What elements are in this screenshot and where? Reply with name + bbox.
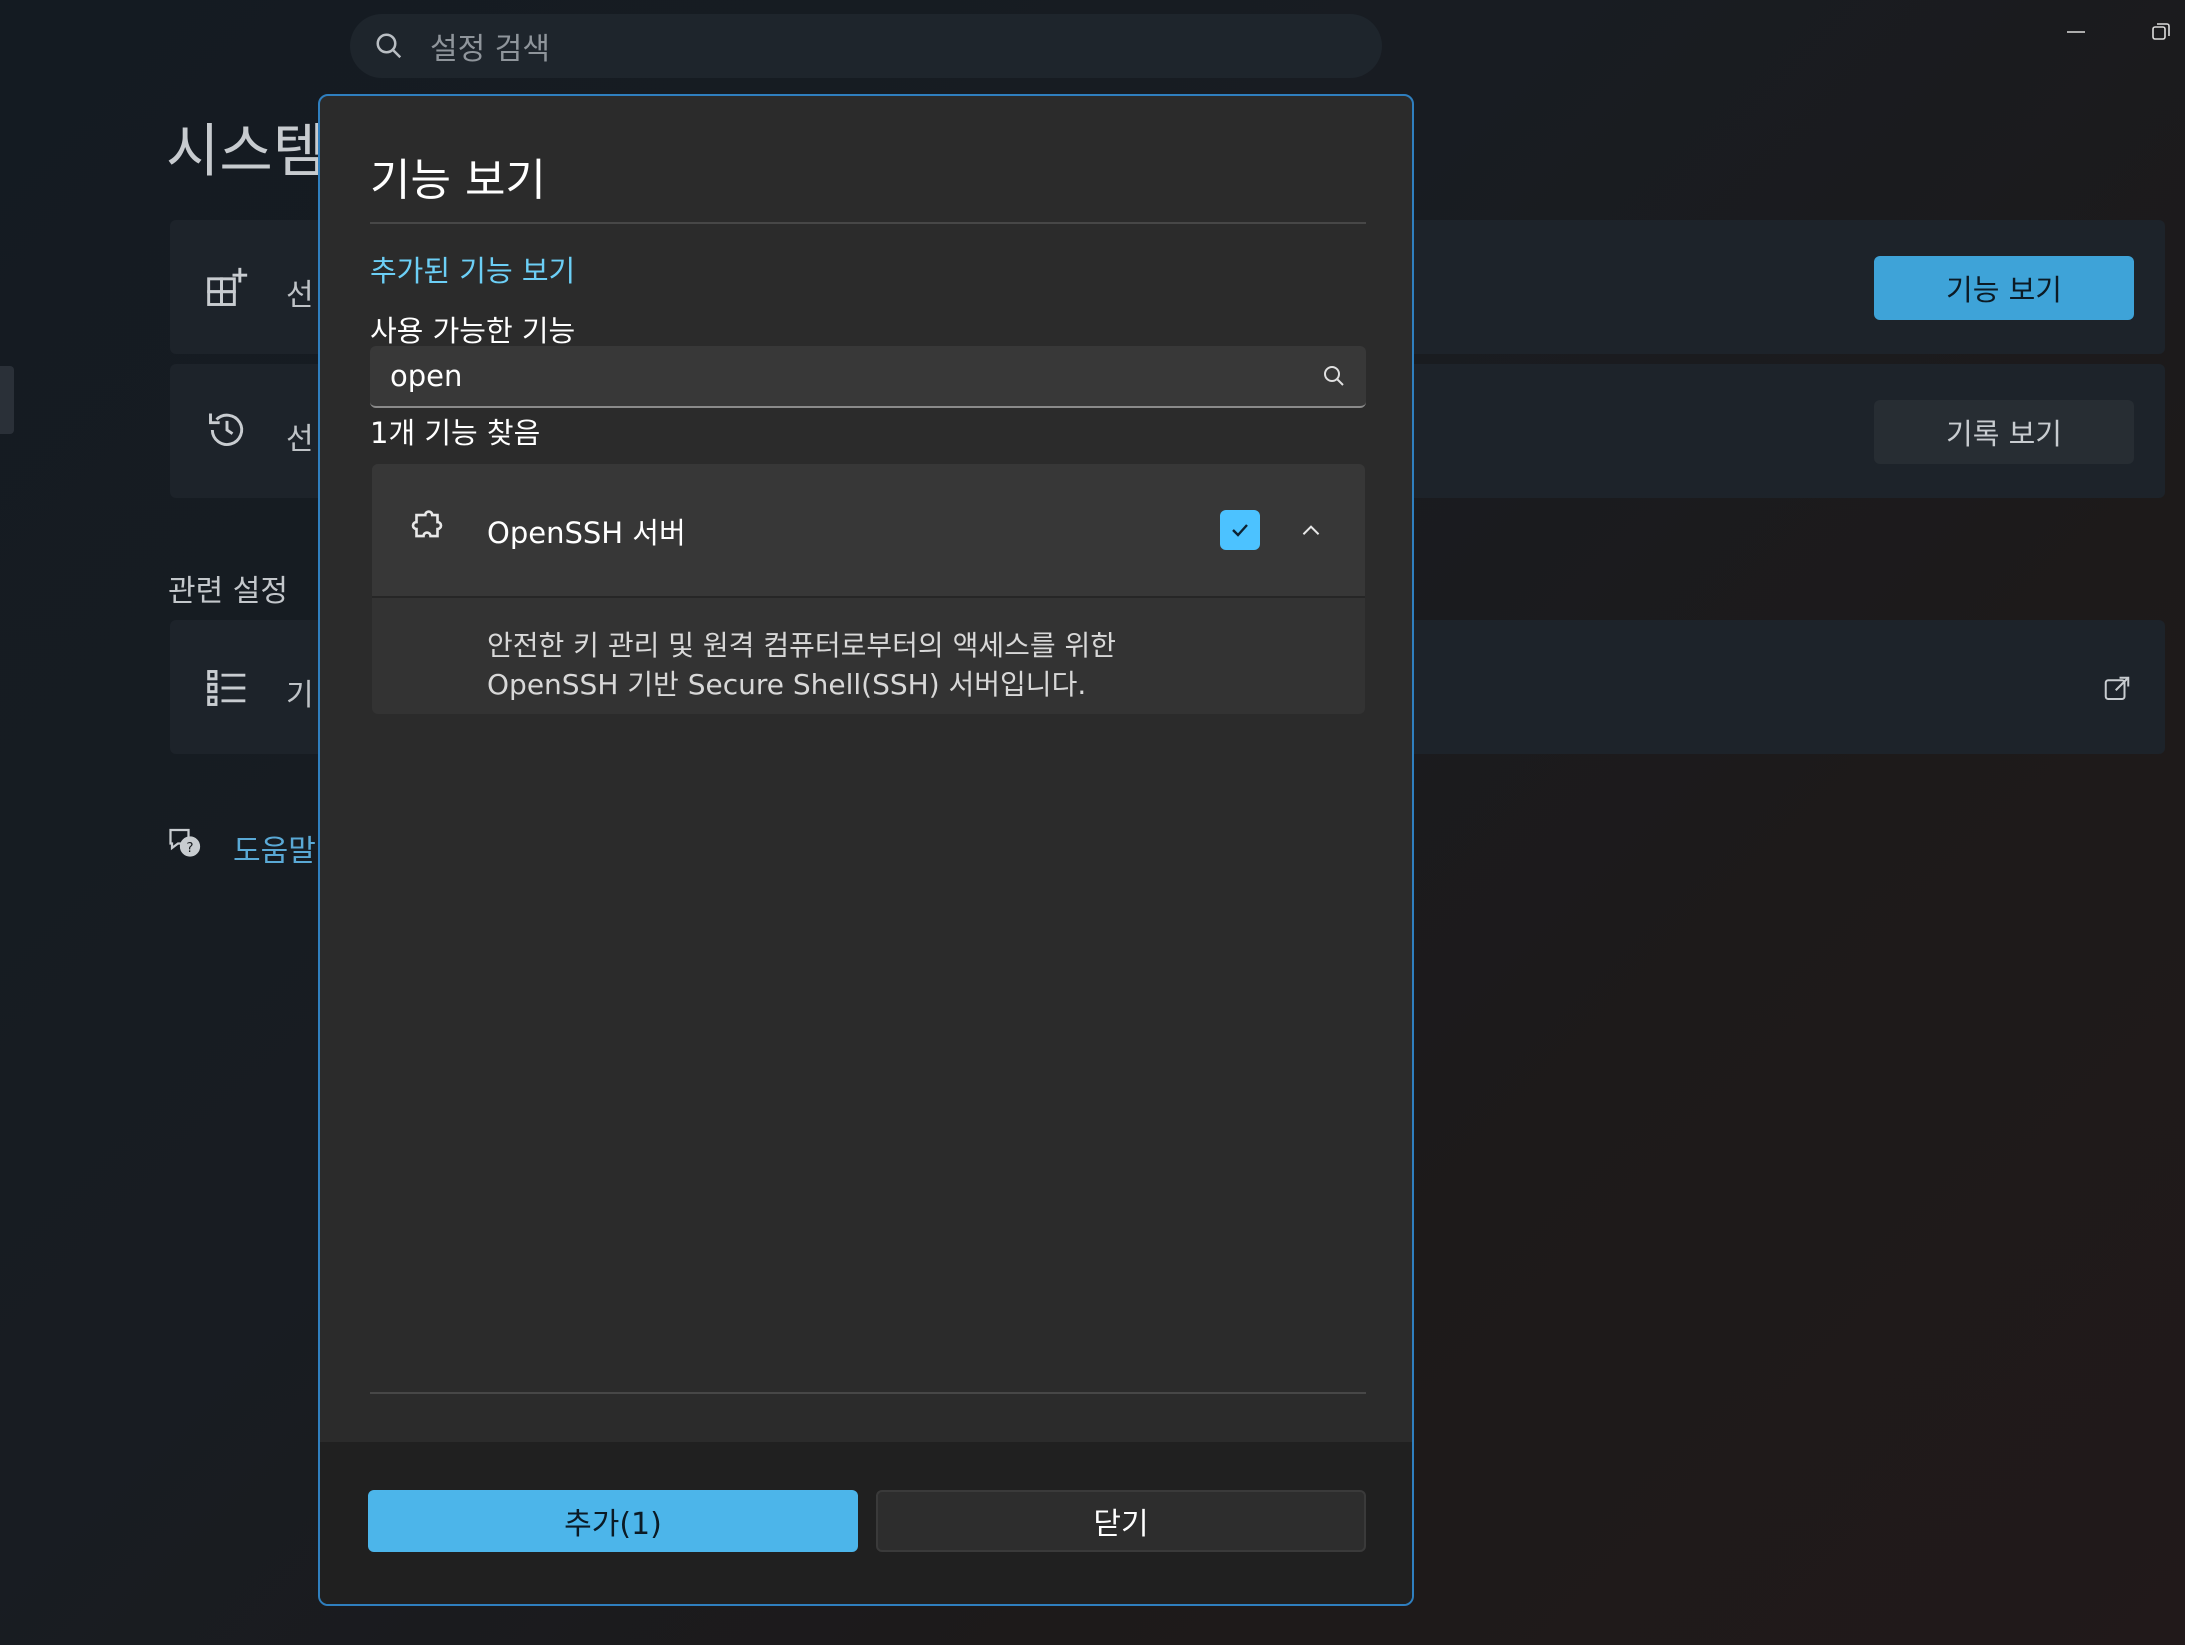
- checkmark-icon: [1232, 524, 1248, 537]
- puzzle-icon: [411, 510, 443, 538]
- view-features-dialog: 기능 보기 추가된 기능 보기 사용 가능한 기능 open 1개 기능 찾음 …: [318, 94, 1414, 1606]
- search-placeholder: 설정 검색: [430, 32, 550, 67]
- maximize-button[interactable]: [2136, 12, 2185, 52]
- title-divider: [370, 222, 1366, 224]
- feature-search-input[interactable]: open: [370, 346, 1366, 408]
- feature-checkbox[interactable]: [1220, 510, 1260, 550]
- history-icon: [209, 413, 244, 446]
- feature-description-line2: OpenSSH 기반 Secure Shell(SSH) 서버입니다.: [487, 668, 1087, 701]
- help-icon: ?: [169, 828, 201, 857]
- feature-item: OpenSSH 서버 안전한 키 관리 및 원격 컴퓨터로부터의 액세스를 위한…: [372, 464, 1365, 714]
- svg-text:?: ?: [186, 840, 193, 856]
- settings-search-box[interactable]: 설정 검색: [350, 14, 1382, 78]
- feature-search-value: open: [390, 359, 463, 393]
- restore-icon: [2151, 23, 2170, 40]
- add-features-icon: [207, 267, 248, 306]
- feature-separator: [372, 596, 1365, 598]
- content-divider: [370, 1392, 1366, 1394]
- view-features-button[interactable]: 기능 보기: [1874, 256, 2134, 320]
- help-link[interactable]: 도움말: [233, 826, 316, 870]
- available-features-label: 사용 가능한 기능: [370, 314, 576, 348]
- optional-features-label: 선: [286, 278, 314, 313]
- chevron-up-icon: [1302, 525, 1320, 535]
- found-count: 1개 기능 찾음: [370, 416, 541, 450]
- view-history-button[interactable]: 기록 보기: [1874, 400, 2134, 464]
- search-icon: [1324, 366, 1344, 386]
- list-icon: [207, 670, 246, 706]
- nav-pane-indicator: [0, 366, 14, 434]
- page-title: 시스템: [166, 117, 327, 185]
- related-setting-label: 기: [286, 678, 314, 713]
- minimize-button[interactable]: [2046, 12, 2106, 52]
- search-icon: [376, 33, 402, 59]
- feature-description-line1: 안전한 키 관리 및 원격 컴퓨터로부터의 액세스를 위한: [487, 629, 1117, 662]
- minimize-icon: [2067, 31, 2085, 33]
- close-button[interactable]: 닫기: [876, 1490, 1366, 1552]
- add-button[interactable]: 추가(1): [368, 1490, 858, 1552]
- added-features-link[interactable]: 추가된 기능 보기: [370, 248, 575, 290]
- dialog-footer: 추가(1) 닫기: [320, 1442, 1412, 1604]
- related-settings-heading: 관련 설정: [168, 574, 288, 609]
- feature-name: OpenSSH 서버: [487, 516, 686, 550]
- feature-description: 안전한 키 관리 및 원격 컴퓨터로부터의 액세스를 위한 OpenSSH 기반…: [487, 626, 1116, 704]
- dialog-title: 기능 보기: [370, 155, 546, 206]
- open-external-icon: [2104, 676, 2130, 700]
- collapse-button[interactable]: [1294, 514, 1328, 548]
- history-label: 선: [286, 422, 314, 457]
